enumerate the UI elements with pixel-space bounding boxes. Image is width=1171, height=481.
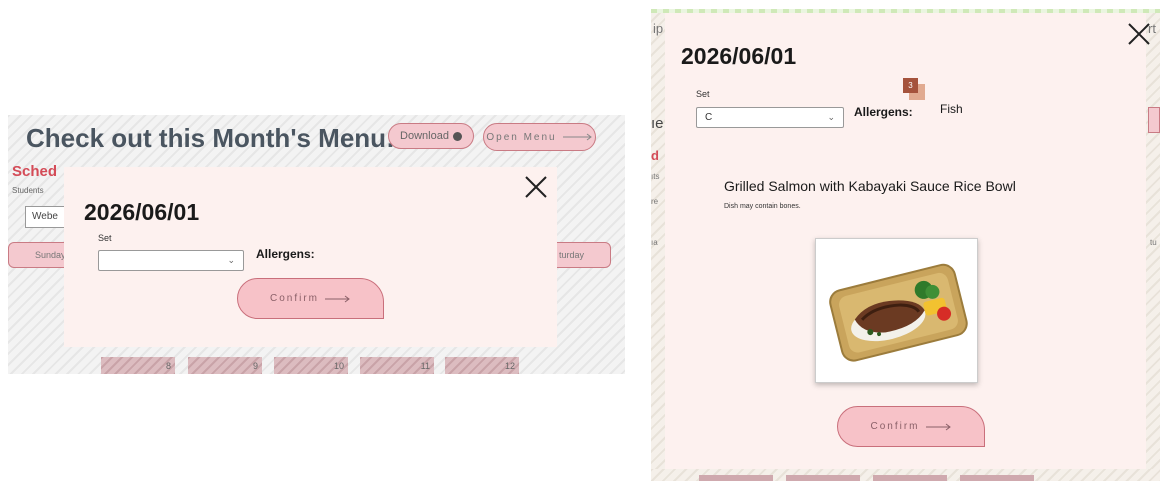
allergens-value: Fish bbox=[940, 102, 963, 116]
info-dot-icon bbox=[452, 131, 462, 141]
students-label: Students bbox=[12, 186, 44, 195]
open-menu-label: Open Menu bbox=[486, 131, 557, 143]
weekday-saturday: turday bbox=[548, 242, 611, 268]
modal-date: 2026/06/01 bbox=[84, 199, 200, 225]
modal-date: 2026/06/01 bbox=[681, 43, 797, 69]
arrow-right-icon bbox=[925, 423, 951, 430]
chevron-down-icon: ⌄ bbox=[227, 255, 235, 265]
page-title: Check out this Month's Menu: bbox=[26, 123, 395, 153]
dish-note: Dish may contain bones. bbox=[724, 203, 801, 210]
set-label: Set bbox=[696, 89, 710, 99]
edge-button-fragment bbox=[1148, 107, 1160, 133]
edge-fragment: ıe bbox=[651, 115, 664, 132]
edge-fragment: re bbox=[651, 197, 659, 206]
set-select[interactable]: ⌄ bbox=[98, 250, 244, 271]
edge-fragment: ıa bbox=[651, 238, 658, 247]
download-button[interactable]: Download bbox=[388, 123, 474, 149]
chevron-down-icon: ⌄ bbox=[827, 112, 835, 122]
edge-fragment: ıts bbox=[651, 172, 660, 181]
calendar-row-fragment bbox=[651, 473, 1160, 481]
calendar-row: 8 9 10 11 12 bbox=[8, 345, 625, 374]
confirm-button[interactable]: Confirm bbox=[237, 278, 384, 319]
allergens-label: Allergens: bbox=[854, 105, 913, 119]
dish-name: Grilled Salmon with Kabayaki Sauce Rice … bbox=[724, 178, 1016, 194]
calendar-day bbox=[786, 475, 860, 481]
allergen-badge-number: 3 bbox=[903, 78, 918, 93]
open-menu-button[interactable]: Open Menu bbox=[483, 123, 596, 151]
confirm-label: Confirm bbox=[269, 293, 319, 304]
meal-modal-empty: 2026/06/01 Set ⌄ Allergens: Confirm bbox=[64, 167, 557, 347]
calendar-day bbox=[873, 475, 947, 481]
dish-photo bbox=[815, 238, 978, 383]
allergens-label: Allergens: bbox=[256, 247, 315, 261]
confirm-label: Confirm bbox=[870, 421, 920, 432]
calendar-day[interactable]: 11 bbox=[360, 357, 434, 374]
calendar-day[interactable]: 12 bbox=[445, 357, 519, 374]
weekday-sunday: Sunday bbox=[8, 242, 70, 268]
allergen-badge: 3 bbox=[903, 78, 927, 102]
close-icon[interactable] bbox=[1127, 22, 1151, 46]
close-icon[interactable] bbox=[524, 175, 548, 199]
bento-illustration bbox=[829, 263, 968, 362]
edge-fragment: tu bbox=[1150, 238, 1157, 247]
confirm-button[interactable]: Confirm bbox=[837, 406, 985, 447]
schedule-heading: Sched bbox=[12, 163, 58, 180]
calendar-day[interactable]: 8 bbox=[101, 357, 175, 374]
calendar-day[interactable]: 10 bbox=[274, 357, 348, 374]
calendar-day bbox=[960, 475, 1034, 481]
arrow-right-icon bbox=[562, 133, 592, 141]
edge-fragment: ip bbox=[653, 21, 664, 36]
download-label: Download bbox=[400, 130, 449, 142]
edge-fragment: d bbox=[651, 148, 659, 163]
set-select-value: C bbox=[705, 112, 713, 123]
calendar-day bbox=[699, 475, 773, 481]
right-screenshot: ip ıe d ıts re ıa rt tu 2026/06/01 Set C… bbox=[651, 9, 1160, 481]
set-select[interactable]: C ⌄ bbox=[696, 107, 844, 128]
background-stripe bbox=[651, 9, 1160, 13]
calendar-day[interactable]: 9 bbox=[188, 357, 262, 374]
set-label: Set bbox=[98, 233, 112, 243]
arrow-right-icon bbox=[325, 295, 350, 302]
